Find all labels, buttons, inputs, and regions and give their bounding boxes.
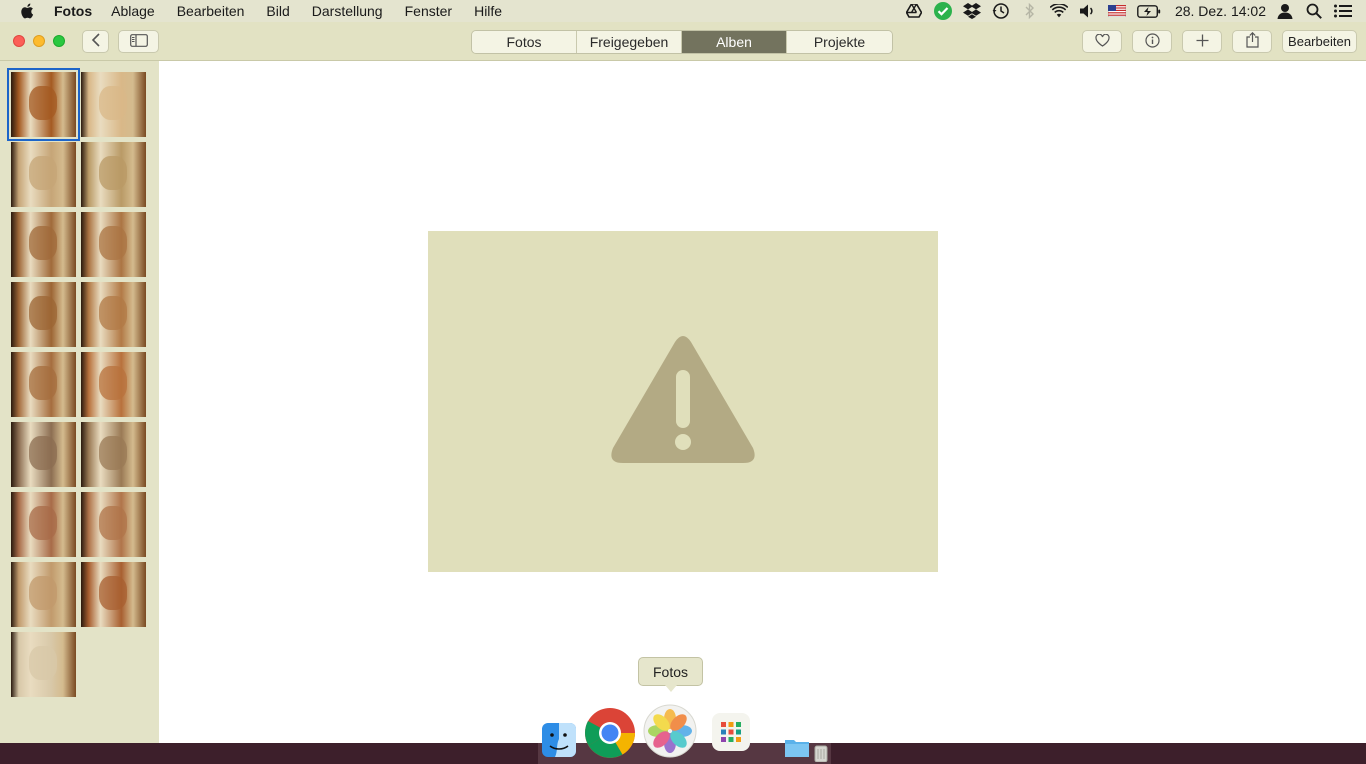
trash-icon[interactable]: [814, 744, 828, 764]
photo-thumbnail[interactable]: [11, 282, 76, 347]
bluetooth-icon[interactable]: [1021, 3, 1039, 19]
photos-icon[interactable]: [643, 704, 697, 763]
info-icon: [1144, 32, 1160, 51]
warning-icon: [609, 334, 757, 470]
status-menu-area: 28. Dez. 14:02: [905, 0, 1366, 22]
fullscreen-window-button[interactable]: [53, 35, 65, 47]
thumbnail-image-content: [29, 646, 57, 680]
sidebar-icon: [129, 33, 148, 50]
photo-thumbnail[interactable]: [81, 352, 146, 417]
menu-bild[interactable]: Bild: [266, 3, 289, 19]
time-machine-icon[interactable]: [992, 3, 1010, 19]
thumbnail-image-content: [29, 436, 57, 470]
photo-thumbnail[interactable]: [81, 492, 146, 557]
plus-icon: [1196, 34, 1209, 50]
tab-projekte[interactable]: Projekte: [787, 31, 892, 53]
toggle-sidebar-button[interactable]: [118, 30, 159, 53]
chevron-left-icon: [91, 33, 101, 50]
share-icon: [1245, 31, 1259, 51]
photo-thumbnail[interactable]: [81, 282, 146, 347]
folder-icon[interactable]: [784, 736, 810, 763]
add-button[interactable]: [1182, 30, 1222, 53]
battery-charging-icon[interactable]: [1137, 3, 1161, 19]
favorite-button[interactable]: [1082, 30, 1122, 53]
thumbnail-image-content: [29, 296, 57, 330]
thumbnail-sidebar[interactable]: [0, 61, 159, 743]
thumbnail-image-content: [99, 506, 127, 540]
menu-hilfe[interactable]: Hilfe: [474, 3, 502, 19]
menu-bearbeiten[interactable]: Bearbeiten: [177, 3, 245, 19]
menu-ablage[interactable]: Ablage: [111, 3, 155, 19]
photo-thumbnail[interactable]: [11, 212, 76, 277]
photo-thumbnail[interactable]: [81, 212, 146, 277]
photo-thumbnail[interactable]: [11, 422, 76, 487]
thumbnail-image-content: [29, 576, 57, 610]
google-drive-icon[interactable]: [905, 3, 923, 19]
back-button[interactable]: [82, 30, 109, 53]
menu-darstellung[interactable]: Darstellung: [312, 3, 383, 19]
wifi-icon[interactable]: [1049, 3, 1068, 19]
tab-alben[interactable]: Alben: [682, 31, 787, 53]
thumbnail-image-content: [29, 506, 57, 540]
view-tabs: Fotos Freigegeben Alben Projekte: [471, 30, 893, 54]
thumbnail-image-content: [29, 366, 57, 400]
info-button[interactable]: [1132, 30, 1172, 53]
thumbnail-image-content: [29, 226, 57, 260]
photo-thumbnail[interactable]: [11, 352, 76, 417]
thumbnail-image-content: [29, 86, 57, 120]
photo-thumbnail[interactable]: [81, 562, 146, 627]
tab-freigegeben[interactable]: Freigegeben: [577, 31, 682, 53]
window-toolbar: Fotos Freigegeben Alben Projekte Bearbei: [0, 22, 1366, 61]
finder-icon[interactable]: [541, 722, 577, 763]
tab-fotos[interactable]: Fotos: [472, 31, 577, 53]
close-window-button[interactable]: [13, 35, 25, 47]
thumbnail-image-content: [29, 156, 57, 190]
user-icon[interactable]: [1276, 3, 1294, 19]
volume-icon[interactable]: [1079, 3, 1097, 19]
minimize-window-button[interactable]: [33, 35, 45, 47]
photo-thumbnail[interactable]: [81, 422, 146, 487]
thumbnail-image-content: [99, 296, 127, 330]
notification-center-icon[interactable]: [1334, 3, 1352, 19]
heart-icon: [1094, 33, 1110, 50]
thumbnail-image-content: [99, 576, 127, 610]
photo-viewer: [159, 61, 1366, 743]
photo-thumbnail[interactable]: [81, 142, 146, 207]
menu-bar: Fotos Ablage Bearbeiten Bild Darstellung…: [0, 0, 1366, 22]
chrome-icon[interactable]: [584, 707, 636, 764]
photo-thumbnail[interactable]: [7, 68, 80, 141]
dropbox-icon[interactable]: [962, 3, 981, 19]
edit-button[interactable]: Bearbeiten: [1282, 30, 1357, 53]
menu-fenster[interactable]: Fenster: [405, 3, 452, 19]
menu-app-name[interactable]: Fotos: [54, 3, 92, 19]
photo-thumbnail[interactable]: [11, 632, 76, 697]
thumbnail-image-content: [99, 86, 127, 120]
thumbnail-image-content: [99, 226, 127, 260]
check-circle-icon[interactable]: [933, 2, 952, 20]
dock-tooltip: Fotos: [638, 657, 703, 692]
thumbnail-image-content: [99, 156, 127, 190]
photos-window: Fotos Freigegeben Alben Projekte Bearbei: [0, 22, 1366, 743]
photo-thumbnail[interactable]: [11, 142, 76, 207]
thumbnail-image-content: [99, 436, 127, 470]
share-button[interactable]: [1232, 30, 1272, 53]
spotlight-search-icon[interactable]: [1305, 3, 1323, 19]
launchpad-icon[interactable]: [711, 712, 751, 757]
menubar-clock[interactable]: 28. Dez. 14:02: [1175, 3, 1266, 19]
photo-thumbnail[interactable]: [81, 72, 146, 137]
photo-thumbnail[interactable]: [11, 492, 76, 557]
thumbnail-image-content: [99, 366, 127, 400]
apple-menu-icon[interactable]: [20, 3, 38, 19]
image-unavailable-placeholder: [428, 231, 938, 572]
photo-thumbnail[interactable]: [11, 562, 76, 627]
us-flag-icon[interactable]: [1107, 3, 1126, 19]
